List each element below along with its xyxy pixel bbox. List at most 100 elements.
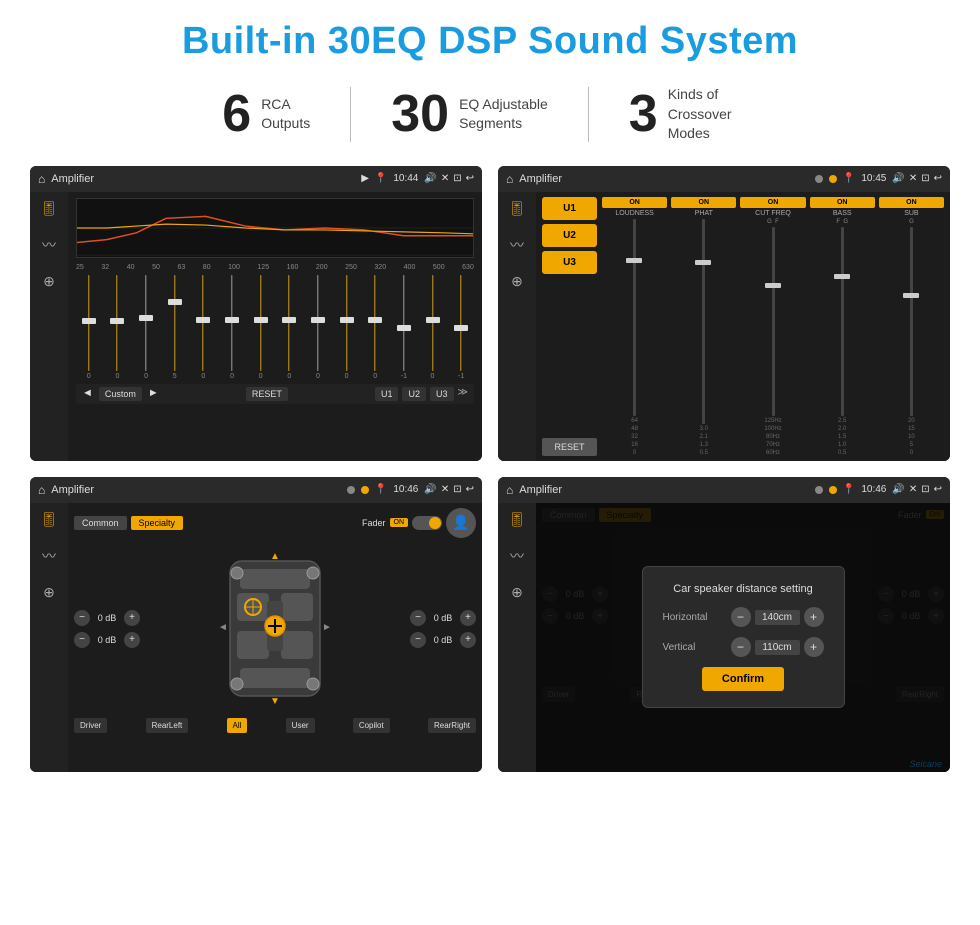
fader-3[interactable]: 5	[162, 275, 188, 380]
rear-left-btn[interactable]: RearLeft	[146, 718, 189, 733]
expand-icon-2[interactable]: ⊕	[511, 273, 523, 290]
eq-graph	[76, 198, 474, 258]
specialty-tab[interactable]: Specialty	[131, 516, 184, 530]
screen4-main: Common Specialty Fader ON −0 dB+ −0 dB+	[536, 503, 950, 772]
reset-button-2[interactable]: RESET	[542, 438, 597, 456]
vertical-minus[interactable]: −	[731, 637, 751, 657]
common-tab[interactable]: Common	[74, 516, 127, 530]
screen2-main: U1 U2 U3 RESET ON LOUDNESS 64	[536, 192, 950, 461]
vol-ctrl-br: − 0 dB +	[410, 632, 476, 648]
s3-bottom-buttons: Driver RearLeft All User Copilot RearRig…	[74, 718, 476, 733]
driver-btn[interactable]: Driver	[74, 718, 107, 733]
screen4-content: 🎚 〰 ⊕ Common Specialty Fader ON	[498, 503, 950, 772]
fader-7[interactable]: 0	[276, 275, 302, 380]
vol-plus-tl[interactable]: +	[124, 610, 140, 626]
ch-sub-on[interactable]: ON	[879, 197, 944, 208]
fader-6[interactable]: 0	[248, 275, 274, 380]
fader-10[interactable]: 0	[362, 275, 388, 380]
ch-sub-label: SUB	[904, 210, 918, 217]
vol-val-br: 0 dB	[429, 635, 457, 645]
u3-button[interactable]: U3	[542, 251, 597, 274]
confirm-button[interactable]: Confirm	[702, 667, 784, 691]
copilot-btn[interactable]: Copilot	[353, 718, 390, 733]
fader-0[interactable]: 0	[76, 275, 102, 380]
fader-1[interactable]: 0	[105, 275, 131, 380]
horizontal-minus[interactable]: −	[731, 607, 751, 627]
screen2-topbar: ⌂ Amplifier 📍 10:45 🔊 ✕ ⊡ ↩	[498, 166, 950, 192]
home-icon[interactable]: ⌂	[38, 172, 45, 186]
fader-9[interactable]: 0	[334, 275, 360, 380]
fader-5[interactable]: 0	[219, 275, 245, 380]
vol-minus-br[interactable]: −	[410, 632, 426, 648]
vol-ctrl-tl: − 0 dB +	[74, 610, 140, 626]
vol-plus-br[interactable]: +	[460, 632, 476, 648]
vol-val-bl: 0 dB	[93, 635, 121, 645]
horizontal-plus[interactable]: +	[804, 607, 824, 627]
u2-button[interactable]: U2	[542, 224, 597, 247]
vol-minus-bl[interactable]: −	[74, 632, 90, 648]
horizontal-value: 140cm	[755, 610, 800, 625]
page-title: Built-in 30EQ DSP Sound System	[30, 20, 950, 63]
eq-bottom-bar: ◄ Custom ► RESET U1 U2 U3 ≫	[76, 384, 474, 404]
home-icon-3[interactable]: ⌂	[38, 483, 45, 497]
dialog-title: Car speaker distance setting	[663, 583, 824, 595]
u3-btn[interactable]: U3	[430, 387, 454, 401]
fader-4[interactable]: 0	[191, 275, 217, 380]
horizontal-ctrl: − 140cm +	[731, 607, 824, 627]
expand-icon-3[interactable]: ⊕	[43, 584, 55, 601]
screen1-title: Amplifier	[51, 173, 355, 185]
vol-minus-tl[interactable]: −	[74, 610, 90, 626]
ch-phat-fader: 3.0 2.1 1.3 0.5	[671, 219, 736, 456]
equalizer-icon-4[interactable]: 🎚	[508, 511, 526, 528]
left-vol-controls: − 0 dB + − 0 dB +	[74, 544, 140, 714]
equalizer-icon[interactable]: 🎚	[40, 200, 58, 217]
fader-11[interactable]: -1	[391, 275, 417, 380]
expand-icon[interactable]: ⊕	[43, 273, 55, 290]
vol-minus-tr[interactable]: −	[410, 610, 426, 626]
ch-phat-on[interactable]: ON	[671, 197, 736, 208]
u2-btn[interactable]: U2	[402, 387, 426, 401]
custom-btn[interactable]: Custom	[99, 387, 142, 401]
waveform-icon-3[interactable]: 〰	[42, 546, 56, 566]
fader-2[interactable]: 0	[133, 275, 159, 380]
expand-icon-4[interactable]: ⊕	[511, 584, 523, 601]
ch-bass-on[interactable]: ON	[810, 197, 875, 208]
all-btn[interactable]: All	[227, 718, 248, 733]
waveform-icon-4[interactable]: 〰	[510, 546, 524, 566]
vertical-plus[interactable]: +	[804, 637, 824, 657]
channel-sub: ON SUB G 20 15 10 5 0	[879, 197, 944, 456]
avatar-button[interactable]: 👤	[446, 508, 476, 538]
next-arrow[interactable]: ►	[148, 387, 159, 401]
waveform-icon[interactable]: 〰	[42, 235, 56, 255]
reset-btn[interactable]: RESET	[246, 387, 288, 401]
u1-btn[interactable]: U1	[375, 387, 399, 401]
screen4-topbar: ⌂ Amplifier 📍 10:46 🔊 ✕ ⊡ ↩	[498, 477, 950, 503]
fader-8[interactable]: 0	[305, 275, 331, 380]
prev-arrow[interactable]: ◄	[82, 387, 93, 401]
fader-12[interactable]: 0	[420, 275, 446, 380]
ch-bass-fader: F G 2.5 2.0 1.5 1.0 0.5	[810, 219, 875, 456]
u1-button[interactable]: U1	[542, 197, 597, 220]
channel-phat: ON PHAT 3.0 2.1 1.3 0.5	[671, 197, 736, 456]
stat-crossover-number: 3	[629, 88, 658, 140]
vol-ctrl-tr: − 0 dB +	[410, 610, 476, 626]
vol-plus-tr[interactable]: +	[460, 610, 476, 626]
equalizer-icon-2[interactable]: 🎚	[508, 200, 526, 217]
car-top-view-container: ▲ ▼ ◄ ►	[148, 544, 402, 714]
fader-toggle[interactable]	[412, 516, 442, 530]
waveform-icon-2[interactable]: 〰	[510, 235, 524, 255]
ch-loudness-on[interactable]: ON	[602, 197, 667, 208]
rear-right-btn[interactable]: RearRight	[428, 718, 476, 733]
home-icon-2[interactable]: ⌂	[506, 172, 513, 186]
ch-cutfreq-on[interactable]: ON	[740, 197, 805, 208]
equalizer-icon-3[interactable]: 🎚	[40, 511, 58, 528]
fader-13[interactable]: -1	[448, 275, 474, 380]
screen3-title: Amplifier	[51, 484, 341, 496]
stat-eq-number: 30	[391, 88, 449, 140]
vol-plus-bl[interactable]: +	[124, 632, 140, 648]
user-btn[interactable]: User	[286, 718, 315, 733]
on-badge[interactable]: ON	[390, 518, 409, 527]
home-icon-4[interactable]: ⌂	[506, 483, 513, 497]
screen1-topbar-icons: 🔊 ✕ ⊡ ↩	[424, 173, 474, 184]
screen2-content: 🎚 〰 ⊕ U1 U2 U3 RESET ON LO	[498, 192, 950, 461]
